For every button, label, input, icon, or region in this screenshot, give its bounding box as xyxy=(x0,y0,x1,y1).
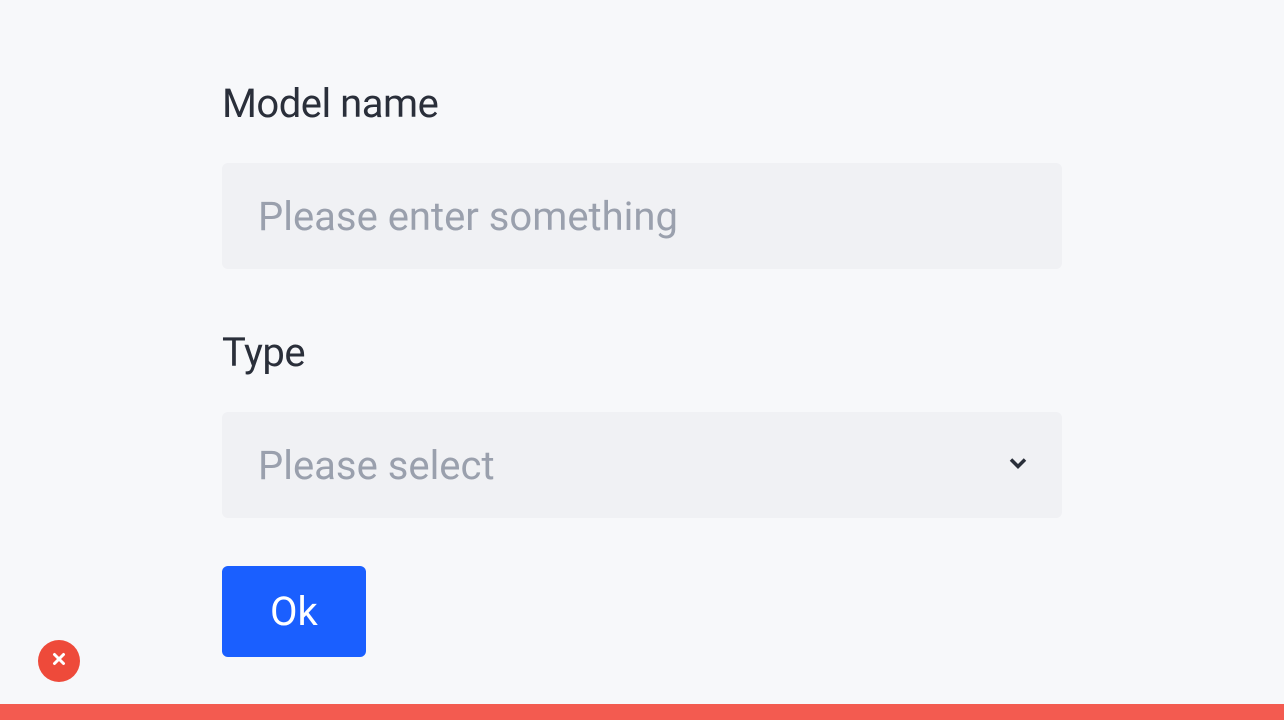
close-icon xyxy=(50,650,68,672)
ok-button[interactable]: Ok xyxy=(222,566,366,657)
bottom-error-bar xyxy=(0,704,1284,720)
error-badge[interactable] xyxy=(38,640,80,682)
model-name-input[interactable] xyxy=(222,163,1062,269)
model-name-label: Model name xyxy=(222,80,1062,127)
type-select-wrapper: Please select xyxy=(222,412,1062,518)
type-select[interactable]: Please select xyxy=(222,412,1062,518)
form-container: Model name Type Please select Ok xyxy=(0,0,1284,657)
type-label: Type xyxy=(222,329,1062,376)
